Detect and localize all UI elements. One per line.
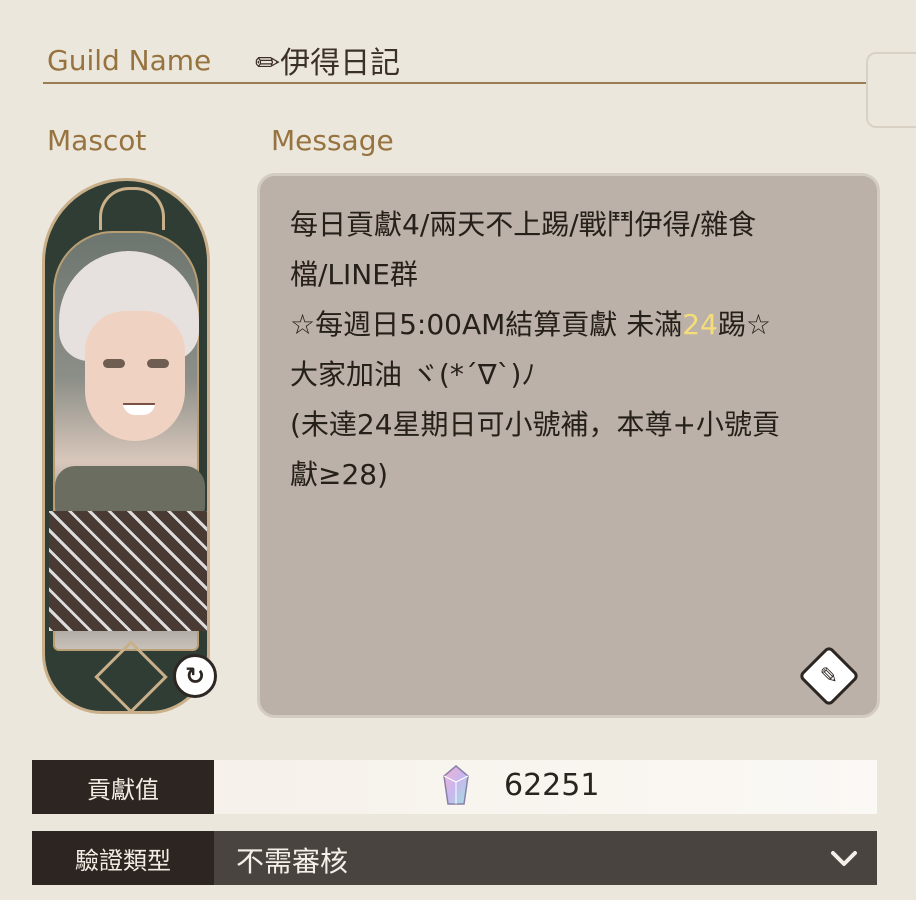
message-text: 每日貢獻4/兩天不上踢/戰鬥伊得/雜食 檔/LINE群 ☆每週日5:00AM結算… xyxy=(290,200,850,500)
character-face xyxy=(85,311,185,441)
character-eye-left xyxy=(103,359,125,368)
mascot-label: Mascot xyxy=(47,124,147,157)
character-eye-right xyxy=(147,359,169,368)
message-line: ☆每週日5:00AM結算貢獻 未滿24踢☆ xyxy=(290,300,850,350)
message-line: 獻≥28) xyxy=(290,458,389,491)
frame-emblem xyxy=(94,640,168,711)
background-pattern xyxy=(0,718,916,758)
verification-row[interactable]: 驗證類型 不需審核 xyxy=(32,831,877,885)
chevron-down-icon-shape xyxy=(831,851,857,866)
highlighted-number: 24 xyxy=(682,308,718,341)
message-line: 檔/LINE群 xyxy=(290,258,418,291)
message-line: 每日貢獻4/兩天不上踢/戰鬥伊得/雜食 xyxy=(290,208,757,241)
contribution-value-area: 62251 xyxy=(214,760,877,814)
message-line-part: ☆每週日5:00AM結算貢獻 未滿 xyxy=(290,308,683,341)
message-line: 大家加油 ヾ(*´∇`)ﾉ xyxy=(290,358,536,391)
message-line: (未達24星期日可小號補，本尊+小號貢 xyxy=(290,408,781,441)
message-line-part: 踢☆ xyxy=(717,308,771,341)
refresh-icon: ↻ xyxy=(184,661,206,690)
crystal-gem-icon xyxy=(443,765,469,805)
verification-select[interactable]: 不需審核 xyxy=(214,831,877,885)
contribution-row: 貢獻值 62251 xyxy=(32,760,877,814)
edit-message-button[interactable]: ✎ xyxy=(797,644,861,708)
guild-name-value[interactable]: ✏伊得日記 xyxy=(255,38,400,82)
verification-label: 驗證類型 xyxy=(32,831,214,885)
frame-ornament xyxy=(99,187,165,230)
message-box: 每日貢獻4/兩天不上踢/戰鬥伊得/雜食 檔/LINE群 ☆每週日5:00AM結算… xyxy=(257,173,880,718)
verification-value: 不需審核 xyxy=(236,845,349,878)
message-label: Message xyxy=(271,124,394,157)
guild-name-underline xyxy=(43,82,866,84)
chevron-down-icon[interactable] xyxy=(829,843,859,873)
contribution-label: 貢獻值 xyxy=(32,760,214,814)
character-vest xyxy=(49,511,207,631)
pencil-icon: ✎ xyxy=(819,663,839,689)
mascot-portrait[interactable] xyxy=(42,178,210,714)
side-tab[interactable] xyxy=(866,52,916,128)
guild-name-label: Guild Name xyxy=(47,44,212,77)
contribution-value: 62251 xyxy=(504,768,600,803)
